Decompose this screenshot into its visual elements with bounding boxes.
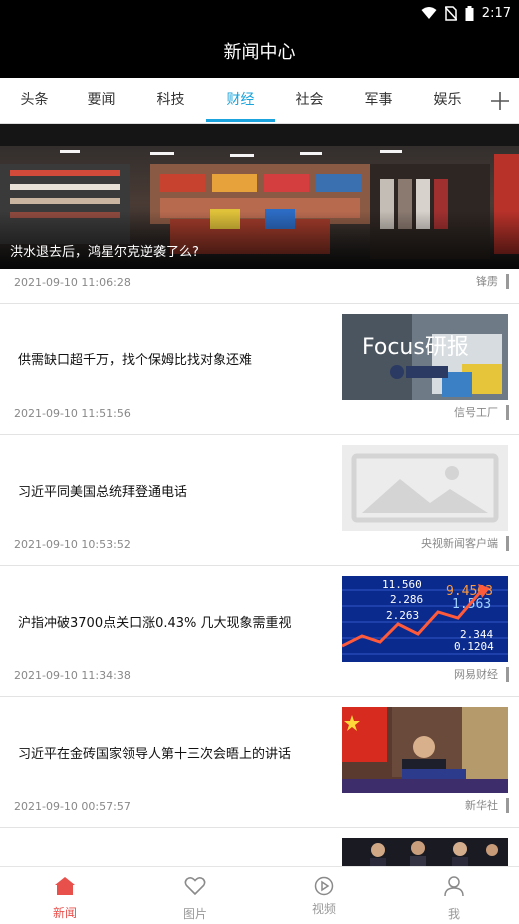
- news-thumbnail[interactable]: Focus研报: [342, 314, 508, 400]
- hero-caption[interactable]: 洪水退去后，鸿星尔克逆袭了么?: [10, 241, 199, 260]
- play-icon: [314, 876, 334, 896]
- bottom-nav: 新闻 图片 视频 我: [0, 866, 519, 924]
- heart-icon: [184, 877, 206, 896]
- news-title[interactable]: 习近平同美国总统拜登通电话: [18, 481, 187, 500]
- thumbnail-text: Focus研报: [362, 335, 469, 360]
- tab-yule[interactable]: 娱乐: [413, 78, 482, 122]
- page-title: 新闻中心: [223, 42, 296, 63]
- news-source: 央视新闻客户端: [421, 536, 509, 551]
- news-title[interactable]: 沪指冲破3700点关口涨0.43% 几大现象需重视: [18, 612, 292, 631]
- divider: [0, 303, 519, 304]
- news-time: 2021-09-10 11:51:56: [14, 407, 131, 420]
- news-thumbnail[interactable]: 11.560 2.286 1.563 2.263 2.344 0.1204 9.…: [342, 576, 508, 662]
- tab-yaowen[interactable]: 要闻: [67, 78, 136, 122]
- news-time: 2021-09-10 11:34:38: [14, 669, 131, 682]
- tab-junshi[interactable]: 军事: [344, 78, 413, 122]
- battery-icon: [465, 5, 474, 21]
- stock-number: 0.1204: [454, 640, 494, 653]
- news-title[interactable]: 供需缺口超千万，找个保姆比找对象还难: [18, 349, 252, 368]
- nav-news-label: 新闻: [52, 906, 77, 920]
- nav-me-label: 我: [447, 907, 460, 921]
- nav-pictures-label: 图片: [182, 907, 207, 921]
- divider: [0, 565, 519, 566]
- tab-caijing[interactable]: 财经: [206, 78, 275, 122]
- news-time: 2021-09-10 10:53:52: [14, 538, 131, 551]
- active-tab-indicator: [206, 119, 275, 122]
- news-thumbnail[interactable]: [342, 838, 508, 866]
- tab-toutiao[interactable]: 头条: [0, 78, 69, 122]
- divider: [0, 827, 519, 828]
- category-tabs: 头条 要闻 科技 财经 社会 军事 娱乐: [0, 78, 519, 124]
- wifi-icon: [421, 7, 437, 19]
- nav-news[interactable]: 新闻: [0, 867, 130, 924]
- nav-video-label: 视频: [311, 902, 336, 916]
- news-time: 2021-09-10 00:57:57: [14, 800, 131, 813]
- news-source: 网易财经: [454, 667, 509, 682]
- stock-number: 1.563: [452, 597, 491, 612]
- tab-keji[interactable]: 科技: [136, 78, 205, 122]
- app-header: 2:17 新闻中心: [0, 0, 519, 78]
- stock-number: 2.263: [386, 609, 419, 622]
- status-bar: 2:17: [421, 5, 511, 21]
- nav-video[interactable]: 视频: [259, 867, 389, 924]
- person-icon: [444, 876, 464, 897]
- tab-shehui[interactable]: 社会: [275, 78, 344, 122]
- stock-number: 2.286: [390, 593, 423, 606]
- no-sim-icon: [444, 5, 457, 21]
- nav-me[interactable]: 我: [389, 867, 519, 924]
- news-title[interactable]: 习近平在金砖国家领导人第十三次会晤上的讲话: [18, 743, 291, 762]
- home-icon: [55, 877, 75, 895]
- divider: [0, 434, 519, 435]
- news-thumbnail[interactable]: [342, 707, 508, 793]
- hero-source: 锋雳: [476, 274, 509, 289]
- status-time: 2:17: [481, 5, 511, 21]
- news-source: 信号工厂: [454, 405, 509, 420]
- nav-pictures[interactable]: 图片: [130, 867, 260, 924]
- divider: [0, 696, 519, 697]
- stock-number: 11.560: [382, 578, 422, 591]
- news-thumbnail-placeholder[interactable]: [342, 445, 508, 531]
- hero-time: 2021-09-10 11:06:28: [14, 276, 131, 289]
- news-source: 新华社: [465, 798, 509, 813]
- add-tab-icon[interactable]: [487, 88, 513, 114]
